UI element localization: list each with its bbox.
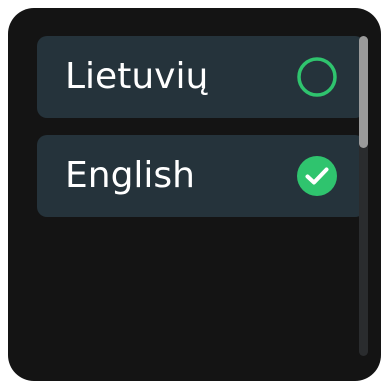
language-option-english[interactable]: English bbox=[37, 135, 365, 217]
language-list: Lietuvių English bbox=[37, 36, 365, 234]
language-option-label: Lietuvių bbox=[65, 56, 209, 97]
radio-unchecked-icon[interactable] bbox=[296, 56, 338, 98]
language-option-lietuviu[interactable]: Lietuvių bbox=[37, 36, 365, 118]
check-circle-icon[interactable] bbox=[296, 155, 338, 197]
scrollbar-track[interactable] bbox=[359, 36, 368, 356]
watch-screen: Lietuvių English bbox=[8, 8, 381, 381]
language-option-label: English bbox=[65, 155, 195, 196]
scrollbar-thumb[interactable] bbox=[359, 36, 368, 148]
